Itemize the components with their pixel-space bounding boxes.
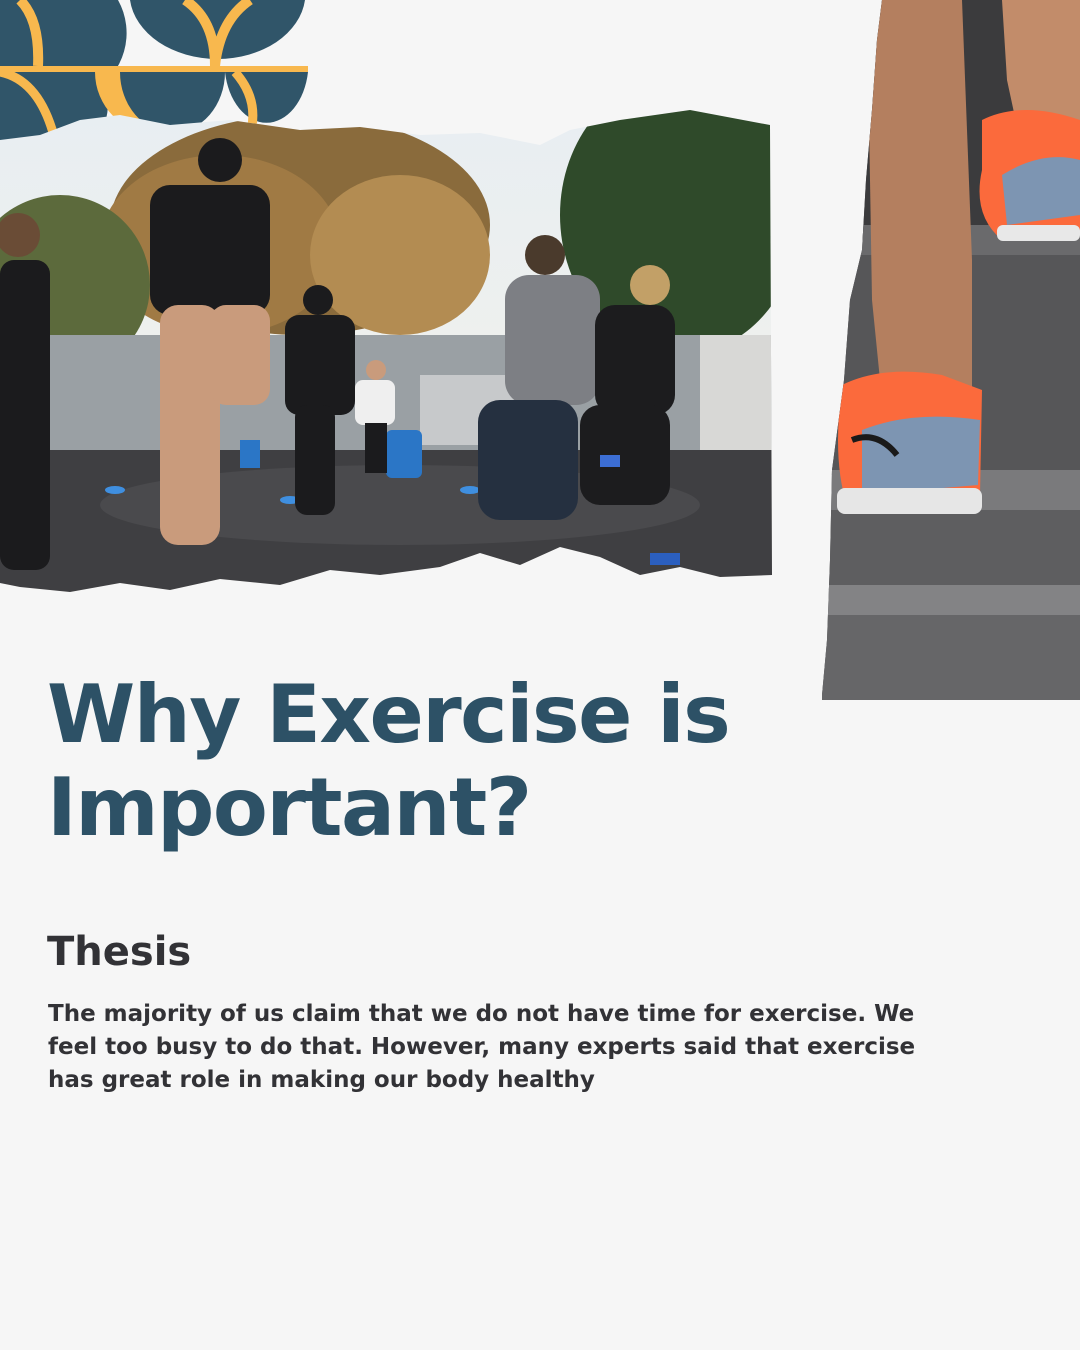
group-outdoor-exercise-photo	[0, 110, 772, 592]
running-shoes-on-stairs-photo	[822, 0, 1080, 700]
section-heading: Thesis	[47, 929, 192, 975]
thesis-paragraph: The majority of us claim that we do not …	[48, 1001, 916, 1093]
page-title: Why Exercise is Important?	[47, 668, 731, 854]
